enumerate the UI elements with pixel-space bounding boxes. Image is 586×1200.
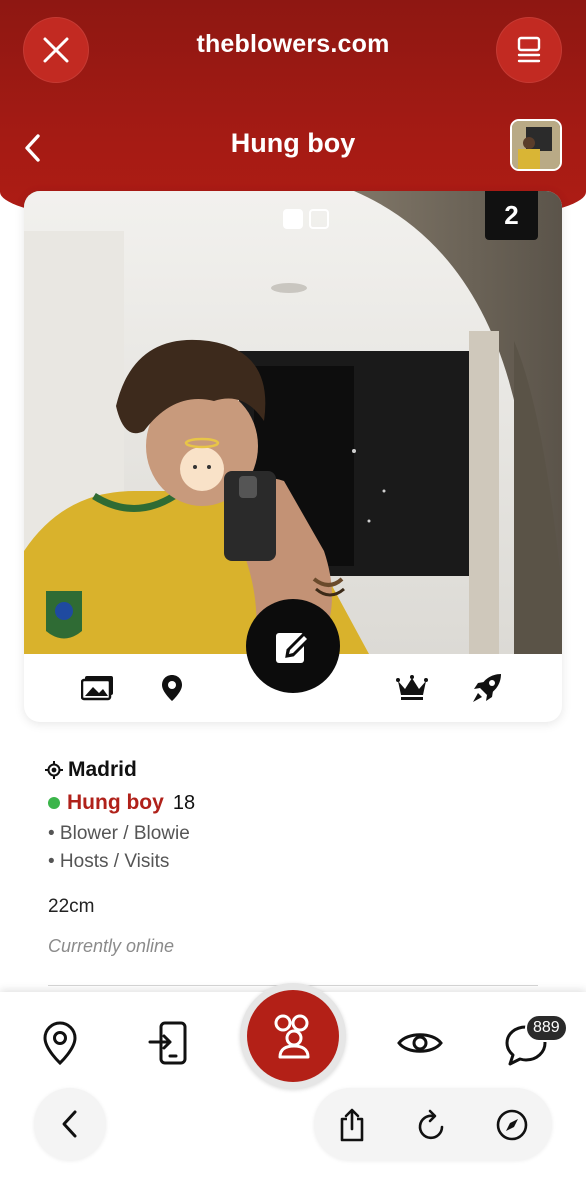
share-icon <box>340 1108 364 1142</box>
photos-button[interactable] <box>81 671 115 705</box>
name-row: Hung boy 18 <box>45 786 545 820</box>
photo-count-badge: 2 <box>485 191 538 240</box>
online-status: Currently online <box>48 936 175 956</box>
profile-thumbnail[interactable] <box>510 119 562 171</box>
location-button[interactable] <box>155 671 189 705</box>
profile-info: Madrid Hung boy 18 • Blower / Blowie • H… <box>45 756 545 957</box>
online-indicator <box>48 797 60 809</box>
pager-dot-active[interactable] <box>283 209 303 229</box>
people-button-inner[interactable] <box>247 990 339 1082</box>
back-icon <box>62 1110 77 1138</box>
reload-icon <box>418 1109 444 1140</box>
browser-back-button[interactable] <box>34 1088 106 1160</box>
profile-tag: • Hosts / Visits <box>48 851 170 872</box>
premium-button[interactable] <box>395 671 429 705</box>
chevron-left-icon <box>25 134 40 162</box>
compass-icon <box>496 1109 528 1141</box>
page-title: Hung boy <box>230 128 356 158</box>
site-url[interactable]: theblowers.com <box>140 30 446 59</box>
profile-photo[interactable]: 2 <box>24 191 562 654</box>
profile-card: 2 <box>24 191 562 722</box>
close-icon <box>43 37 69 63</box>
eye-icon <box>397 1033 443 1053</box>
profile-age: 18 <box>172 791 196 814</box>
messages-count-badge: 889 <box>525 1014 568 1042</box>
nav-visitors-button[interactable] <box>395 1018 445 1068</box>
edit-icon <box>276 631 312 663</box>
photos-icon <box>81 676 113 701</box>
nav-login-button[interactable] <box>143 1018 193 1068</box>
profile-tag: • Blower / Blowie <box>48 823 190 844</box>
map-pin-icon <box>43 1021 77 1065</box>
people-button[interactable] <box>240 983 346 1089</box>
edit-profile-button[interactable] <box>246 599 340 693</box>
people-icon <box>274 1014 310 1059</box>
photo-pager[interactable] <box>283 209 329 229</box>
header-back-button[interactable] <box>18 130 48 166</box>
tabs-menu-icon <box>517 36 541 63</box>
profile-name: Hung boy <box>67 791 164 814</box>
crown-icon <box>396 675 428 700</box>
profile-size: 22cm <box>48 896 95 917</box>
login-device-icon <box>148 1021 187 1065</box>
tabs-menu-button[interactable] <box>496 17 562 83</box>
compass-button[interactable] <box>492 1105 532 1145</box>
close-button[interactable] <box>23 17 89 83</box>
share-button[interactable] <box>332 1105 372 1145</box>
rocket-icon <box>473 674 501 702</box>
pager-dot[interactable] <box>309 209 329 229</box>
target-location-icon <box>45 761 63 779</box>
city-row: Madrid <box>45 756 545 784</box>
location-pin-icon <box>162 675 182 701</box>
nav-map-button[interactable] <box>35 1018 85 1068</box>
reload-button[interactable] <box>412 1105 452 1145</box>
browser-tools <box>314 1088 552 1160</box>
profile-city: Madrid <box>68 758 137 781</box>
boost-button[interactable] <box>470 671 504 705</box>
